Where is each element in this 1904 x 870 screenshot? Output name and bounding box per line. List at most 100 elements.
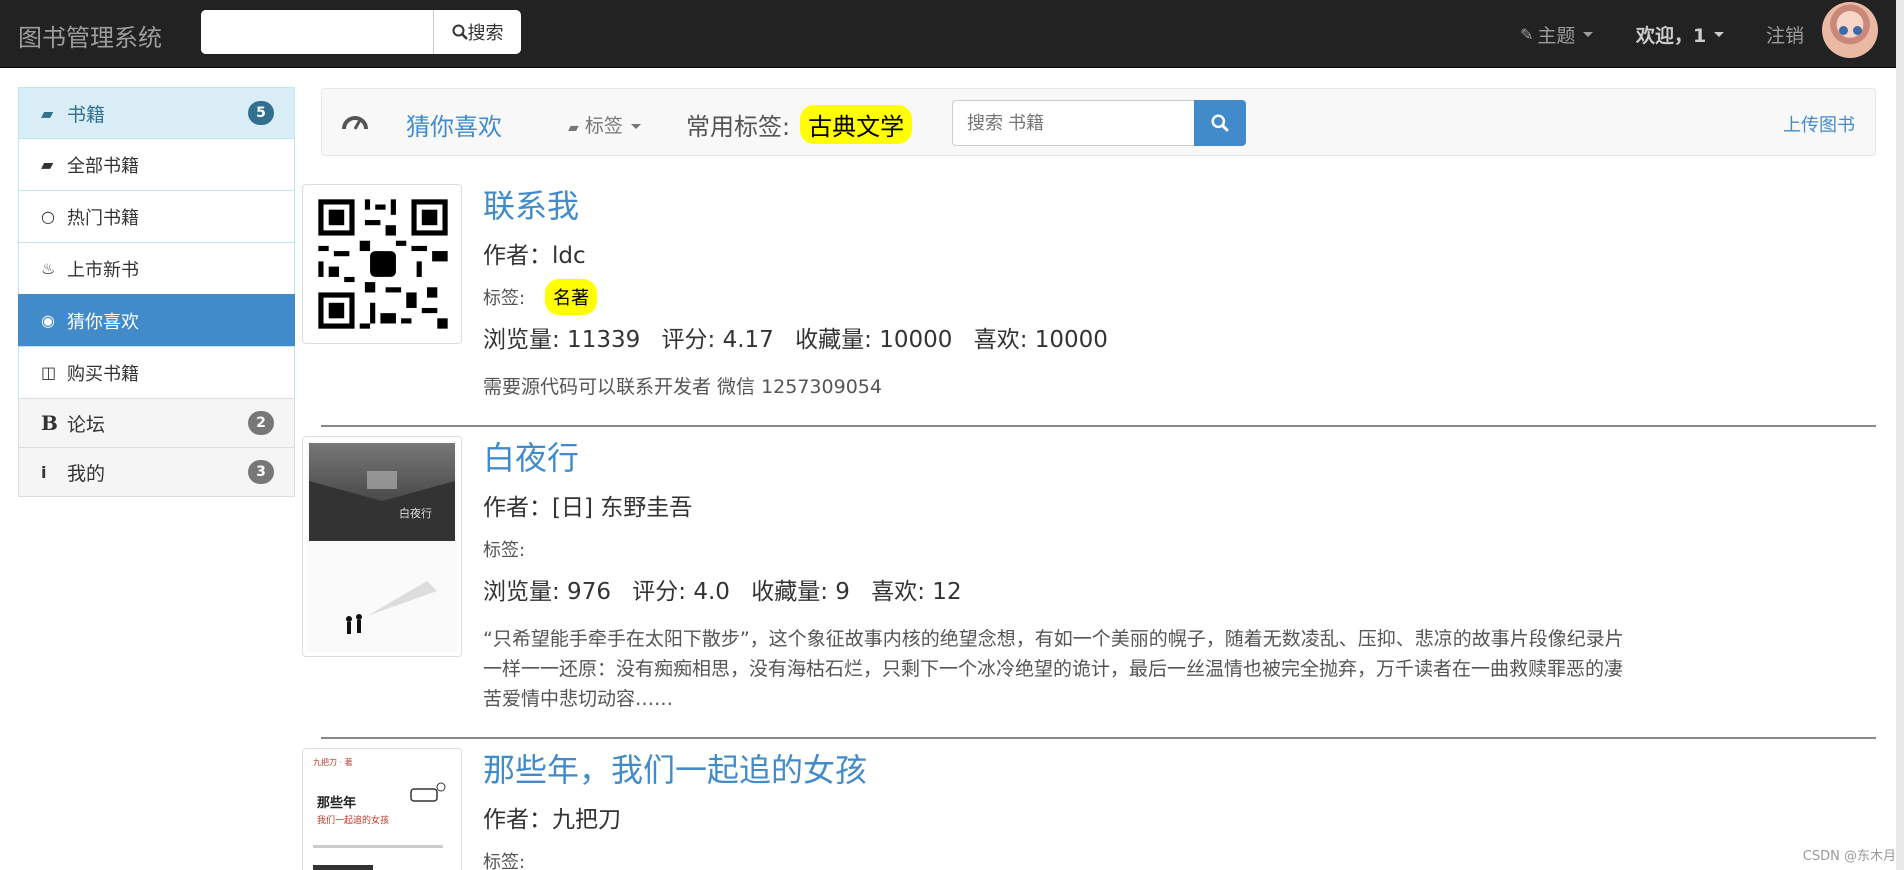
sidebar-item-new-books[interactable]: ♨ 上市新书 <box>18 242 295 295</box>
sidebar-item-forum[interactable]: B 论坛 2 <box>18 398 295 448</box>
book-info: 那些年，我们一起追的女孩 作者：九把刀 标签: <box>483 748 1683 870</box>
book-tags: 标签: 名著 <box>483 279 1683 315</box>
book-author: 作者：[日] 东野圭吾 <box>483 495 693 521</box>
sidebar-item-books[interactable]: ▰ 书籍 5 <box>18 87 295 139</box>
book-info: 白夜行 作者：[日] 东野圭吾 标签: 浏览量: 976 评分: 4.0 收藏量… <box>483 436 1683 714</box>
book-cover[interactable]: 白夜行 <box>302 436 462 657</box>
favorites-stat: 收藏量: 9 <box>751 579 850 605</box>
cover-title: 白夜行 <box>399 507 432 520</box>
common-tag-chip[interactable]: 古典文学 <box>800 105 913 144</box>
tags-label: 标签 <box>584 115 623 137</box>
book-stats: 浏览量: 11339 评分: 4.17 收藏量: 10000 喜欢: 10000 <box>483 320 1683 354</box>
views-stat: 浏览量: 11339 <box>483 327 641 353</box>
book-item: 九把刀 · 著 那些年 我们一起追的女孩 那些年，我们一起追的女孩 作者：九把刀… <box>302 748 1877 870</box>
top-search-button[interactable]: 搜索 <box>433 10 521 54</box>
search-icon <box>452 24 468 40</box>
sidebar: ▰ 书籍 5 ▰ 全部书籍 ○ 热门书籍 ♨ 上市新书 ◉ 猜你喜欢 ◫ 购买书… <box>18 87 295 497</box>
cover-subtitle: 我们一起追的女孩 <box>317 816 390 826</box>
tags-label: 标签: <box>483 288 526 309</box>
sidebar-item-label: 上市新书 <box>67 259 139 281</box>
magic-wand-icon: ✎ <box>1520 24 1534 44</box>
sidebar-item-recommend[interactable]: ◉ 猜你喜欢 <box>18 294 295 347</box>
book-description: “只希望能手牵手在太阳下散步”，这个象征故事内核的绝望念想，有如一个美丽的幌子，… <box>483 628 1624 710</box>
caret-down-icon <box>1714 31 1725 37</box>
logout-label: 注销 <box>1766 24 1805 47</box>
likes-stat: 喜欢: 12 <box>871 579 962 605</box>
book-item: 联系我 作者：ldc 标签: 名著 浏览量: 11339 评分: 4.17 收藏… <box>302 184 1877 414</box>
columns-icon: ◫ <box>41 363 57 382</box>
search-icon <box>1211 114 1229 132</box>
sidebar-item-all-books[interactable]: ▰ 全部书籍 <box>18 138 295 191</box>
book-cover[interactable]: 九把刀 · 著 那些年 我们一起追的女孩 <box>302 748 462 870</box>
book-cover[interactable] <box>302 184 462 344</box>
caret-down-icon <box>630 124 641 129</box>
sidebar-item-label: 我的 <box>67 462 106 485</box>
fire-icon: ♨ <box>41 259 56 278</box>
book-stats: 浏览量: 976 评分: 4.0 收藏量: 9 喜欢: 12 <box>483 572 1683 606</box>
sidebar-item-label: 热门书籍 <box>67 207 139 229</box>
cover-bar <box>313 865 373 870</box>
dashboard-icon <box>342 116 368 130</box>
top-search: 搜索 <box>201 10 521 54</box>
theme-label: 主题 <box>1537 24 1576 47</box>
sidebar-item-label: 论坛 <box>67 413 106 436</box>
sidebar-item-hot-books[interactable]: ○ 热门书籍 <box>18 190 295 243</box>
favorites-stat: 收藏量: 10000 <box>795 327 953 353</box>
tags-dropdown[interactable]: ▰ 标签 <box>568 111 641 138</box>
info-icon: i <box>41 462 47 482</box>
book-description: 需要源代码可以联系开发者 微信 1257309054 <box>483 376 882 398</box>
divider <box>321 425 1876 427</box>
sidebar-item-label: 全部书籍 <box>67 155 139 177</box>
cover-image <box>307 441 457 652</box>
pinterest-icon: ◉ <box>41 311 55 330</box>
divider <box>321 737 1876 739</box>
cover-illustration <box>410 782 446 802</box>
welcome-menu[interactable]: 欢迎，1 <box>1636 0 1725 68</box>
upload-book-link[interactable]: 上传图书 <box>1783 111 1855 137</box>
qr-code-image <box>308 189 458 339</box>
book-author: 作者：九把刀 <box>483 807 621 833</box>
book-search-button[interactable] <box>1194 100 1246 146</box>
rating-stat: 评分: 4.17 <box>661 327 774 353</box>
tags-label: 标签: <box>483 540 526 561</box>
book-search-form <box>952 100 1246 146</box>
top-navbar: 图书管理系统 搜索 ✎ 主题 欢迎，1 注销 <box>0 0 1904 68</box>
count-badge: 3 <box>248 460 274 484</box>
book-item: 白夜行 白夜行 作者：[日] 东野圭吾 标签: 浏览量: 976 评分: 4.0… <box>302 436 1877 726</box>
sidebar-item-label: 购买书籍 <box>67 363 139 385</box>
sidebar-item-label: 书籍 <box>67 103 106 126</box>
book-title[interactable]: 白夜行 <box>483 438 1683 478</box>
caret-down-icon <box>1583 31 1594 37</box>
sidebar-item-mine[interactable]: i 我的 3 <box>18 447 295 497</box>
logout-link[interactable]: 注销 <box>1766 0 1804 68</box>
welcome-label: 欢迎，1 <box>1636 24 1707 47</box>
top-search-input[interactable] <box>201 10 433 54</box>
brand-title[interactable]: 图书管理系统 <box>18 18 162 53</box>
book-icon: ▰ <box>41 103 54 123</box>
scrollbar[interactable] <box>1896 0 1904 870</box>
book-tag-chip[interactable]: 名著 <box>545 279 598 315</box>
cover-author: 九把刀 · 著 <box>313 758 353 767</box>
book-title[interactable]: 那些年，我们一起追的女孩 <box>483 750 1683 790</box>
book-tags: 标签: <box>483 844 1683 870</box>
loading-icon: ○ <box>41 207 55 226</box>
bold-icon: B <box>41 411 58 435</box>
common-tags-label: 常用标签: <box>686 113 791 141</box>
book-author: 作者：ldc <box>483 243 586 269</box>
theme-menu[interactable]: ✎ 主题 <box>1520 0 1594 68</box>
watermark: CSDN @东木月 <box>1802 849 1896 864</box>
top-search-label: 搜索 <box>467 23 504 44</box>
rating-stat: 评分: 4.0 <box>632 579 730 605</box>
page-title[interactable]: 猜你喜欢 <box>406 107 502 142</box>
common-tags: 常用标签: 古典文学 <box>686 105 913 144</box>
count-badge: 2 <box>248 411 274 435</box>
tags-label: 标签: <box>483 852 526 870</box>
likes-stat: 喜欢: 10000 <box>973 327 1108 353</box>
sidebar-item-buy-books[interactable]: ◫ 购买书籍 <box>18 346 295 399</box>
book-title[interactable]: 联系我 <box>483 186 1683 226</box>
book-icon: ▰ <box>568 120 579 136</box>
book-search-input[interactable] <box>952 100 1194 146</box>
avatar[interactable] <box>1822 2 1878 58</box>
book-icon: ▰ <box>41 155 54 174</box>
count-badge: 5 <box>248 101 274 125</box>
